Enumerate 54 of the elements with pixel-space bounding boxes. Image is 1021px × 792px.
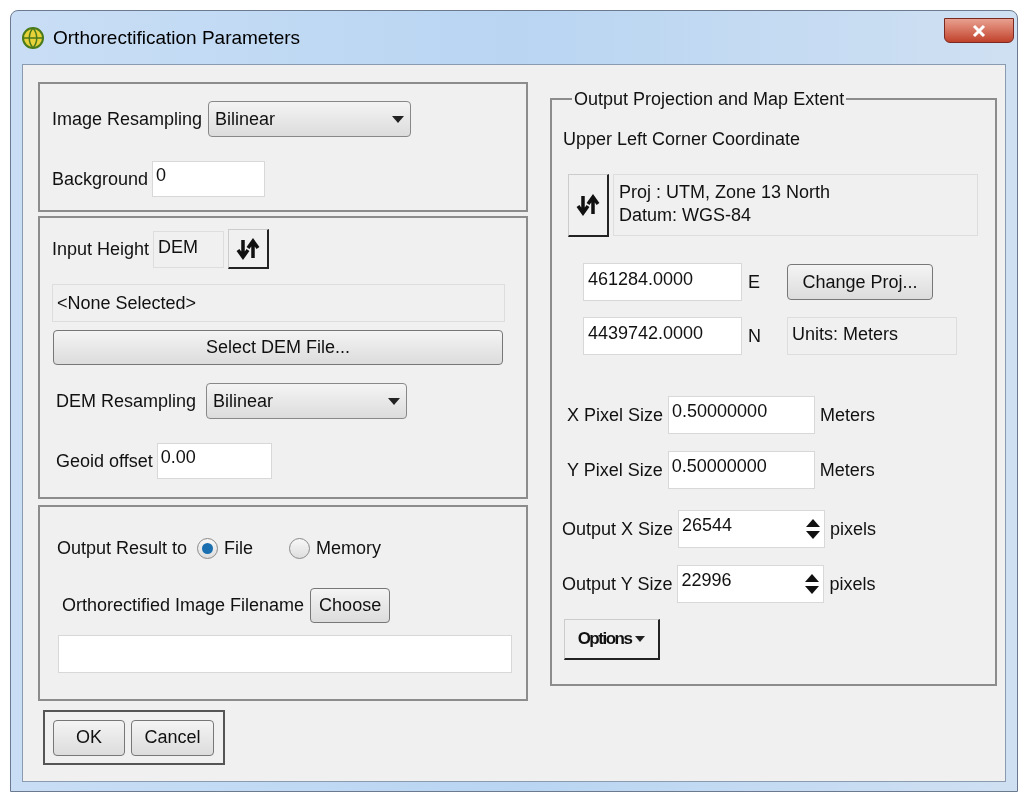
easting-field[interactable]: 461284.0000 <box>583 263 742 301</box>
projection-info: Proj : UTM, Zone 13 North Datum: WGS-84 <box>613 174 978 236</box>
dialog-button[interactable]: Cancel <box>131 719 214 756</box>
size-spinner[interactable]: 26544 <box>678 510 826 548</box>
dialog-button[interactable]: OK <box>53 719 125 756</box>
radio-button[interactable] <box>289 538 311 559</box>
resampling-dropdown[interactable]: Bilinear <box>206 383 408 419</box>
globe-icon <box>21 26 45 51</box>
field-label: DEM Resampling <box>56 389 197 413</box>
field-label: Output Result to <box>57 537 188 560</box>
radio-option[interactable]: Memory <box>289 535 382 562</box>
close-button[interactable] <box>944 18 1014 43</box>
choose-button[interactable]: Choose <box>310 588 391 623</box>
field-label: X Pixel Size <box>567 403 664 427</box>
field-label: Image Resampling <box>52 107 203 131</box>
field-label: Y Pixel Size <box>567 458 663 482</box>
swap-button[interactable] <box>228 229 270 269</box>
field-label: Output X Size <box>562 517 674 541</box>
field-label: Input Height <box>52 237 150 261</box>
window-title: Orthorectification Parameters <box>53 26 301 50</box>
radio-option[interactable]: File <box>197 535 254 562</box>
swap-arrows-icon <box>235 237 262 260</box>
input-height-field: DEM <box>153 230 225 268</box>
unit-label: E <box>748 270 761 294</box>
swap-button[interactable] <box>568 174 609 237</box>
radio-button[interactable] <box>197 538 219 559</box>
field-label: Output Y Size <box>562 572 673 596</box>
units-display: Units: Meters <box>787 317 957 355</box>
swap-arrows-icon <box>575 194 601 216</box>
unit-label: N <box>748 324 762 348</box>
unit-label: Meters <box>820 403 876 427</box>
unit-label: pixels <box>829 572 876 596</box>
section-subtitle: Upper Left Corner Coordinate <box>563 128 802 151</box>
field-label: Geoid offset <box>56 449 153 473</box>
options-button[interactable]: Options <box>564 619 660 660</box>
field-label: Background <box>52 167 149 191</box>
close-icon <box>971 23 987 38</box>
field-label: Orthorectified Image Filename <box>62 594 305 617</box>
resampling-dropdown[interactable]: Bilinear <box>208 101 412 137</box>
dropdown-arrow-icon <box>388 397 401 405</box>
select-dem-button[interactable]: Select DEM File... <box>53 330 503 365</box>
filename-field[interactable] <box>58 635 512 673</box>
change-projection-button[interactable]: Change Proj... <box>787 264 933 300</box>
size-spinner[interactable]: 22996 <box>677 565 825 603</box>
dropdown-arrow-icon <box>635 636 646 642</box>
pixel-size-field[interactable]: 0.50000000 <box>667 451 815 489</box>
dem-file-field: <None Selected> <box>52 284 505 322</box>
background-field[interactable]: 0 <box>152 161 266 197</box>
pixel-size-field[interactable]: 0.50000000 <box>668 396 816 434</box>
unit-label: pixels <box>830 517 877 541</box>
dropdown-arrow-icon <box>392 115 405 123</box>
northing-field[interactable]: 4439742.0000 <box>583 317 742 355</box>
unit-label: Meters <box>819 458 875 482</box>
geoid-offset-field[interactable]: 0.00 <box>156 443 272 479</box>
